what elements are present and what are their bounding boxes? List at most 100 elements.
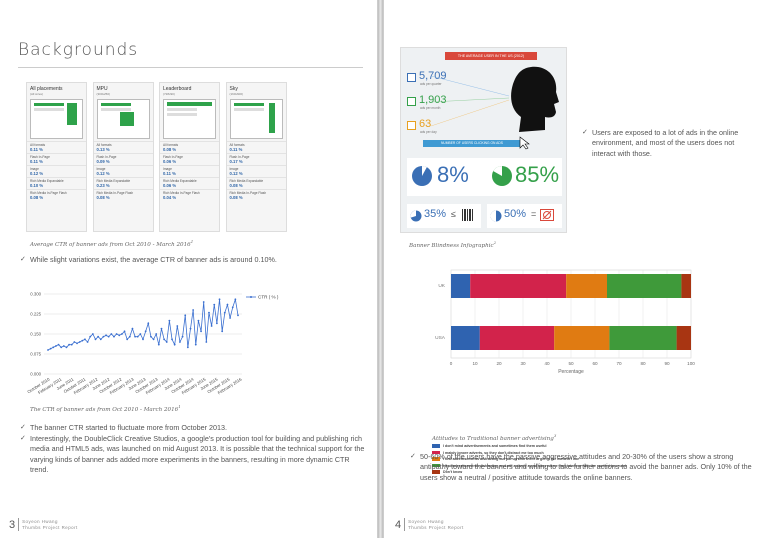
check-icon: ✓ — [410, 453, 416, 460]
ctr-data-point — [173, 343, 176, 346]
ctr-metric: Flash In-Page 0.17 % — [226, 153, 286, 165]
banner-thumbnail — [229, 99, 283, 139]
ctr-metric: Rich Media In-Page Flash 0.08 % — [226, 189, 286, 201]
banner-thumbnail — [96, 99, 150, 139]
bar-segment — [607, 274, 682, 298]
panel-title: MPU — [96, 86, 108, 92]
panel-subtitle: (160x600) — [229, 92, 244, 96]
ctr-data-point — [171, 338, 173, 341]
barcode-icon — [462, 209, 473, 221]
ctr-metric: Image 0.12 % — [93, 165, 153, 177]
ctr-data-point — [81, 339, 84, 342]
ctr-data-point — [192, 309, 195, 311]
ctr-data-point — [84, 338, 86, 341]
ctr-data-point — [55, 345, 57, 347]
legend-item: I don't mind advertisements and sometime… — [432, 444, 627, 448]
pie-icon-50pct — [490, 210, 502, 222]
ctr-data-point — [62, 345, 65, 347]
ctr-data-point — [126, 338, 129, 341]
ctr-metric: Flash In-Page 0.09 % — [93, 153, 153, 165]
caption-attitudes: Attitudes to Traditional banner advertis… — [432, 433, 557, 442]
bar-segment — [451, 326, 480, 350]
ctr-metric: Rich Media Expandable 0.23 % — [93, 177, 153, 189]
y-tick-label: 0.300 — [30, 292, 41, 297]
ctr-data-point — [118, 334, 121, 337]
category-label: UK — [438, 283, 445, 289]
check-icon: ✓ — [20, 424, 26, 431]
info-mid-banner: NUMBER OF USERS CLICKING ON ADS — [423, 140, 521, 147]
ctr-data-point — [237, 314, 239, 317]
legend-label: I don't mind advertisements and sometime… — [443, 444, 547, 448]
cursor-icon — [519, 136, 530, 150]
banner-panel: All placements (All sizes) All formats 0.11… — [26, 82, 87, 232]
empty-set-icon — [540, 209, 554, 221]
ctr-data-point — [208, 311, 210, 314]
calendar-icon — [407, 97, 416, 106]
bar-segment — [554, 326, 610, 350]
y-tick-label: 0.225 — [30, 312, 41, 317]
bullet-attitudes: ✓ 50-60% of the users have the passive a… — [410, 452, 752, 482]
ctr-data-point — [163, 338, 166, 341]
attitudes-bar-chart: 0 10 20 30 40 50 60 70 80 90 100 Percentage UK USA — [435, 269, 695, 375]
ctr-metric: Rich Media In-Page Flash 0.04 % — [160, 189, 219, 201]
ctr-data-point — [197, 319, 200, 322]
ctr-data-point — [97, 335, 100, 338]
ctr-data-point — [165, 341, 168, 343]
bar-segment — [566, 274, 607, 298]
x-tick-label: 50 — [568, 361, 574, 366]
ctr-data-point — [229, 317, 231, 319]
ctr-data-point — [70, 343, 73, 346]
ctr-data-point — [157, 343, 160, 346]
ctr-data-point — [200, 330, 202, 333]
pie-icon-85pct — [492, 166, 512, 186]
ctr-data-point — [215, 322, 218, 325]
ctr-data-point — [223, 311, 226, 314]
banner-panel: MPU (300x250) All formats 0.13 % Flash In-Pa… — [92, 82, 154, 232]
ctr-metric: Rich Media Expandable 0.08 % — [226, 177, 286, 189]
page-number: 4 — [395, 518, 402, 531]
x-tick-label: 10 — [472, 361, 478, 366]
ctr-data-point — [102, 335, 105, 338]
ctr-data-point — [205, 341, 208, 343]
ctr-data-point — [131, 327, 134, 330]
bar-segment — [470, 274, 567, 298]
check-icon: ✓ — [582, 129, 588, 136]
x-tick-label: 90 — [664, 361, 670, 366]
ctr-data-point — [52, 346, 55, 349]
ctr-data-point — [65, 346, 68, 349]
ctr-data-point — [210, 325, 213, 327]
ctr-data-point — [184, 314, 187, 317]
caption-banner-ctr: Average CTR of banner ads from Oct 2010 … — [30, 239, 194, 248]
banner-thumbnail — [30, 99, 83, 139]
check-icon: ✓ — [20, 256, 26, 263]
bar-segment — [451, 274, 471, 298]
info-pct-d: 50% — [504, 208, 527, 220]
bar-segment — [676, 326, 691, 350]
footer-right: 4 Soyeon Hwang Thumbs Project Report — [395, 518, 464, 531]
ctr-data-point — [142, 338, 144, 341]
bar-segment — [609, 326, 677, 350]
ctr-data-point — [86, 341, 89, 343]
ctr-data-point — [186, 346, 189, 349]
x-tick-label: 0 — [450, 361, 453, 366]
y-tick-label: 0.000 — [30, 372, 41, 377]
ctr-data-point — [99, 338, 102, 341]
ctr-metric: Flash In-Page 0.11 % — [27, 153, 86, 165]
banner-panel: Leaderboard (728x90) All formats 0.08 % Flas… — [159, 82, 220, 232]
info-pct-a: 8% — [437, 162, 469, 187]
ctr-data-point — [168, 319, 171, 322]
ctr-data-point — [107, 335, 110, 338]
x-tick-label: 60 — [592, 361, 598, 366]
ctr-metric: Image 0.11 % — [160, 165, 219, 177]
panel-subtitle: (300x250) — [96, 92, 111, 96]
banner-thumbnail — [163, 99, 216, 139]
ctr-metric: Rich Media Expandable 0.10 % — [27, 177, 86, 189]
x-tick-label: 30 — [520, 361, 526, 366]
legend-swatch — [432, 444, 440, 448]
bullet-doubleclick: ✓ Interestingly, the DoubleClick Creativ… — [20, 434, 365, 474]
ctr-data-point — [115, 333, 118, 335]
page-number: 3 — [9, 518, 16, 531]
ctr-metric: All formats 0.08 % — [160, 141, 219, 153]
ctr-data-point — [105, 334, 107, 337]
report-name: Thumbs Project Report — [408, 524, 464, 530]
